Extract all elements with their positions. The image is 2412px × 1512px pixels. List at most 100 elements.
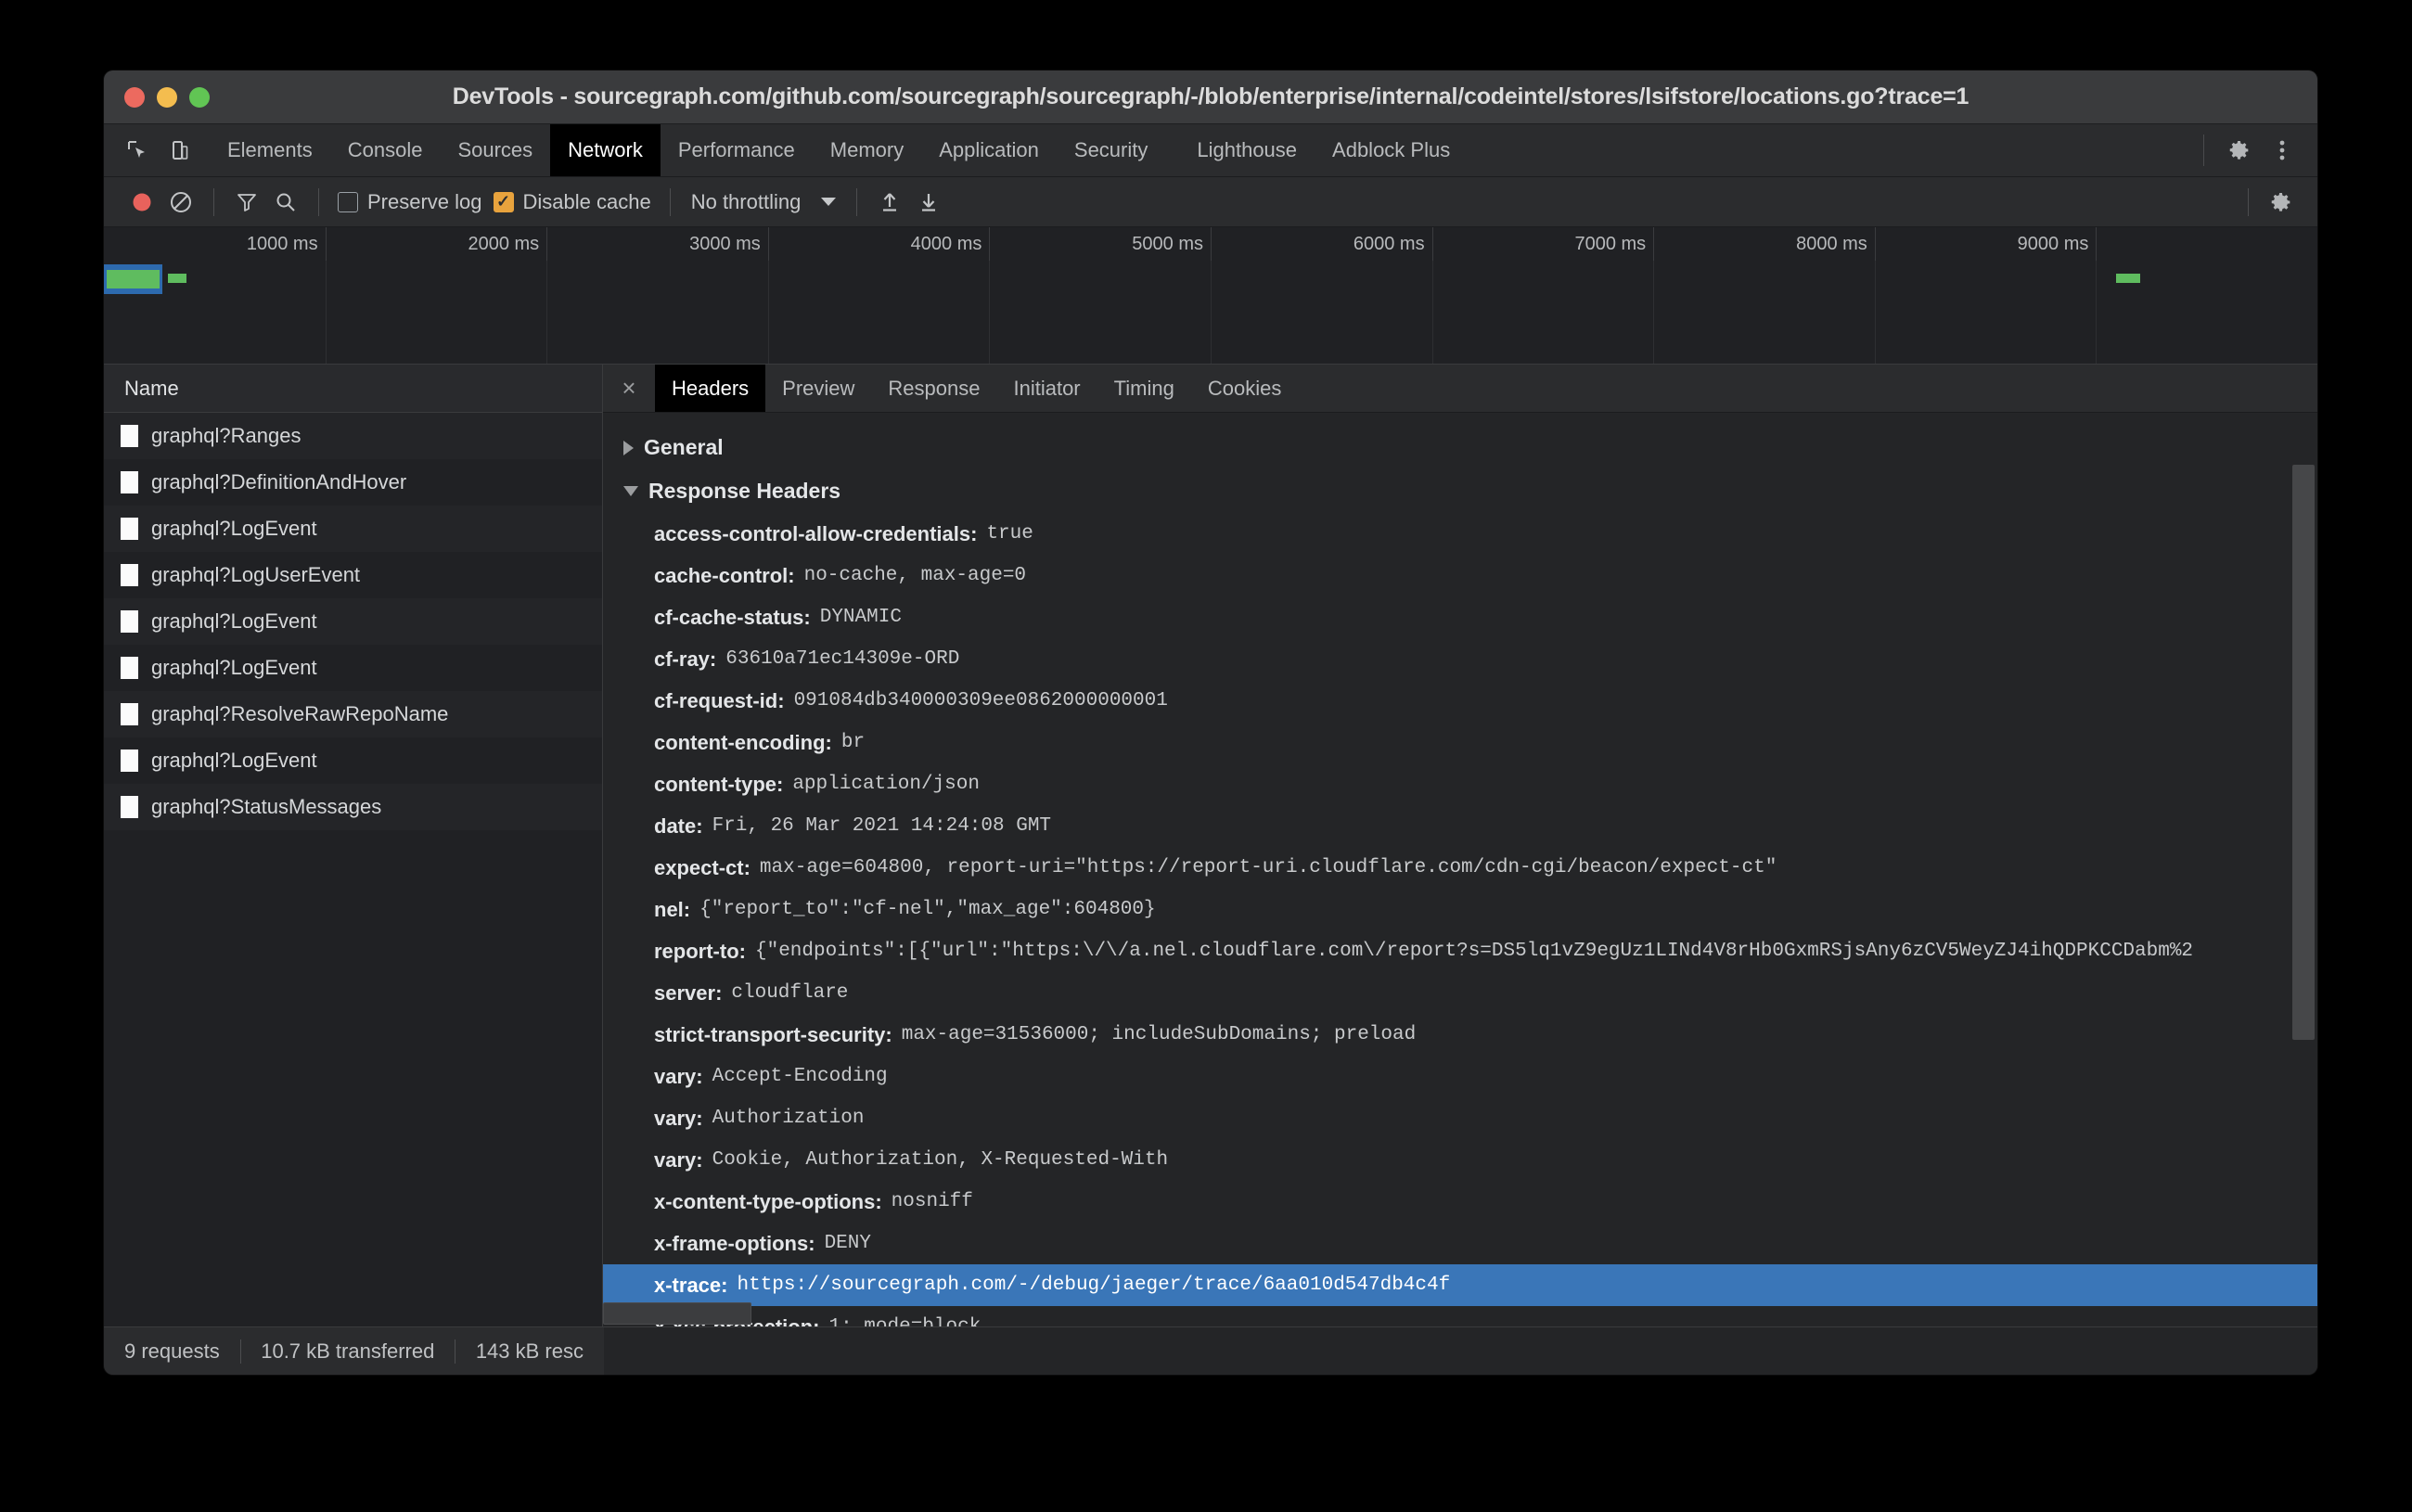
gear-icon[interactable] <box>2262 183 2301 222</box>
upload-arrow-icon[interactable] <box>870 183 909 222</box>
tab-console[interactable]: Console <box>330 124 441 176</box>
timeline-tick-label: 5000 ms <box>1132 234 1203 254</box>
header-name: vary: <box>654 1106 703 1130</box>
record-circle-icon[interactable] <box>122 183 161 222</box>
header-row[interactable]: vary: Authorization <box>603 1097 2317 1139</box>
timeline-tick: 2000 ms <box>468 227 548 261</box>
header-row[interactable]: cf-cache-status: DYNAMIC <box>603 596 2317 638</box>
header-row[interactable]: expect-ct: max-age=604800, report-uri="ht… <box>603 847 2317 889</box>
timeline-tick: 9000 ms <box>2018 227 2098 261</box>
status-requests: 9 requests <box>124 1339 220 1363</box>
header-name: cf-ray: <box>654 647 717 671</box>
device-toolbar-icon[interactable] <box>161 132 199 169</box>
header-row[interactable]: content-type: application/json <box>603 763 2317 805</box>
request-row[interactable]: graphql?Ranges <box>104 413 602 459</box>
request-row[interactable]: graphql?LogEvent <box>104 737 602 784</box>
header-row[interactable]: cf-ray: 63610a71ec14309e-ORD <box>603 638 2317 680</box>
request-row[interactable]: graphql?LogEvent <box>104 645 602 691</box>
tab-performance[interactable]: Performance <box>661 124 813 176</box>
header-row[interactable]: date: Fri, 26 Mar 2021 14:24:08 GMT <box>603 805 2317 847</box>
toolbar-divider <box>2248 187 2249 216</box>
tab-response[interactable]: Response <box>871 365 996 412</box>
throttling-select[interactable]: No throttling <box>684 190 844 214</box>
header-value: DENY <box>824 1233 871 1254</box>
header-row[interactable]: vary: Cookie, Authorization, X-Requested-… <box>603 1139 2317 1181</box>
toolbar-divider <box>669 187 671 216</box>
close-window-button[interactable] <box>124 86 145 108</box>
download-arrow-icon[interactable] <box>909 183 948 222</box>
horizontal-scrollbar[interactable] <box>603 1302 2291 1325</box>
scrollbar-thumb[interactable] <box>2292 465 2315 1040</box>
tab-headers[interactable]: Headers <box>655 365 766 412</box>
tab-timing[interactable]: Timing <box>1097 365 1191 412</box>
header-value: true <box>986 523 1033 545</box>
search-magnifier-icon[interactable] <box>266 183 305 222</box>
header-name: vary: <box>654 1064 703 1088</box>
request-row[interactable]: graphql?LogEvent <box>104 506 602 552</box>
tab-memory[interactable]: Memory <box>813 124 921 176</box>
filter-funnel-icon[interactable] <box>227 183 266 222</box>
request-row[interactable]: graphql?ResolveRawRepoName <box>104 691 602 737</box>
header-row[interactable]: cf-request-id: 091084db340000309ee0862000… <box>603 680 2317 722</box>
tab-initiator[interactable]: Initiator <box>996 365 1097 412</box>
header-row[interactable]: vary: Accept-Encoding <box>603 1056 2317 1097</box>
bottom-row: 9 requests 10.7 kB transferred 143 kB re… <box>104 1326 2317 1375</box>
request-name-label: graphql?LogUserEvent <box>151 563 361 586</box>
timeline-ruler: 1000 ms 2000 ms 3000 ms 4000 ms 5000 ms 6000 … <box>104 227 2317 261</box>
header-row[interactable]: access-control-allow-credentials: true <box>603 513 2317 555</box>
header-row[interactable]: server: cloudflare <box>603 972 2317 1014</box>
request-row[interactable]: graphql?LogUserEvent <box>104 552 602 598</box>
timeline-band <box>106 270 160 288</box>
header-row[interactable]: report-to: {"endpoints":[{"url":"https:\/… <box>603 930 2317 972</box>
maximize-window-button[interactable] <box>189 86 210 108</box>
tab-sources[interactable]: Sources <box>440 124 550 176</box>
tab-cookies[interactable]: Cookies <box>1191 365 1298 412</box>
request-row[interactable]: graphql?StatusMessages <box>104 784 602 830</box>
header-row[interactable]: x-frame-options: DENY <box>603 1223 2317 1264</box>
gear-icon[interactable] <box>2221 132 2258 169</box>
header-row[interactable]: cache-control: no-cache, max-age=0 <box>603 555 2317 596</box>
minimize-window-button[interactable] <box>157 86 177 108</box>
section-general[interactable]: General <box>603 426 2317 469</box>
disable-cache-checkbox[interactable]: ✓ Disable cache <box>488 190 657 214</box>
header-row-selected[interactable]: x-trace: https://sourcegraph.com/-/debug/… <box>603 1264 2317 1306</box>
request-name-label: graphql?StatusMessages <box>151 795 382 818</box>
section-response-headers[interactable]: Response Headers <box>603 469 2317 513</box>
tab-security[interactable]: Security <box>1057 124 1165 176</box>
tab-elements[interactable]: Elements <box>210 124 330 176</box>
request-rows: graphql?Ranges graphql?DefinitionAndHover… <box>104 413 602 1326</box>
clear-no-entry-icon[interactable] <box>161 183 200 222</box>
tab-network[interactable]: Network <box>550 124 661 176</box>
header-name: x-trace: <box>654 1273 728 1297</box>
header-value: max-age=604800, report-uri="https://repo… <box>759 857 1777 878</box>
header-row[interactable]: nel: {"report_to":"cf-nel","max_age":6048… <box>603 889 2317 930</box>
request-name-label: graphql?DefinitionAndHover <box>151 470 407 493</box>
checkbox-box-checked: ✓ <box>493 191 514 212</box>
header-value: Fri, 26 Mar 2021 14:24:08 GMT <box>712 815 1052 837</box>
tab-lighthouse[interactable]: Lighthouse <box>1165 124 1315 176</box>
tab-adblock-plus[interactable]: Adblock Plus <box>1315 124 1468 176</box>
scrollbar-thumb[interactable] <box>603 1302 751 1325</box>
network-overview-timeline[interactable]: 1000 ms 2000 ms 3000 ms 4000 ms 5000 ms 6000 … <box>104 227 2317 365</box>
header-row[interactable]: x-content-type-options: nosniff <box>603 1181 2317 1223</box>
section-label: General <box>644 435 724 459</box>
header-value: max-age=31536000; includeSubDomains; pre… <box>901 1024 1417 1045</box>
header-row[interactable]: content-encoding: br <box>603 722 2317 763</box>
document-icon <box>121 610 138 633</box>
request-row[interactable]: graphql?DefinitionAndHover <box>104 459 602 506</box>
tab-application[interactable]: Application <box>921 124 1057 176</box>
vertical-scrollbar[interactable] <box>2292 465 2315 1077</box>
tab-label: Sources <box>457 138 533 161</box>
request-row[interactable]: graphql?LogEvent <box>104 598 602 645</box>
request-name-label: graphql?LogEvent <box>151 749 317 772</box>
tab-preview[interactable]: Preview <box>765 365 871 412</box>
close-icon[interactable]: × <box>603 365 655 412</box>
more-options-icon[interactable] <box>2264 132 2301 169</box>
request-list-header[interactable]: Name <box>104 365 602 413</box>
inspect-element-icon[interactable] <box>119 132 156 169</box>
preserve-log-checkbox[interactable]: Preserve log <box>332 190 488 214</box>
header-row[interactable]: strict-transport-security: max-age=315360… <box>603 1014 2317 1056</box>
document-icon <box>121 518 138 540</box>
timeline-tick-label: 3000 ms <box>689 234 761 254</box>
header-name: report-to: <box>654 939 746 963</box>
